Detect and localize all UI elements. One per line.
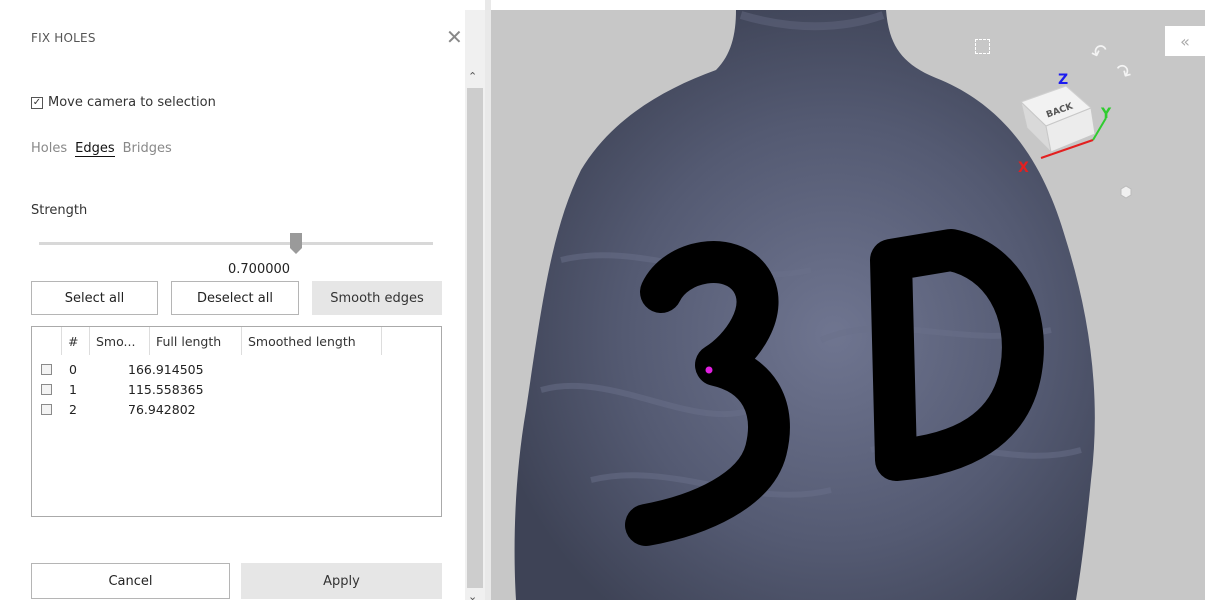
- row-index: 0: [69, 361, 77, 377]
- scroll-up-icon[interactable]: ⌃: [468, 70, 477, 83]
- column-index[interactable]: #: [62, 327, 90, 355]
- orientation-cube[interactable]: BACK X Y Z: [1011, 70, 1121, 180]
- view-mode-icon[interactable]: [1119, 184, 1132, 199]
- apply-button[interactable]: Apply: [241, 563, 442, 599]
- row-full-length: 76.942802: [128, 401, 196, 417]
- scroll-down-icon[interactable]: ⌄: [468, 590, 477, 603]
- strength-label: Strength: [31, 203, 88, 218]
- column-checkbox: [32, 327, 62, 355]
- mode-tabs: Holes Edges Bridges: [31, 141, 172, 157]
- row-index: 1: [69, 381, 77, 397]
- axis-x-label: X: [1018, 160, 1029, 176]
- move-camera-option[interactable]: ✓ Move camera to selection: [31, 95, 216, 110]
- row-checkbox[interactable]: [41, 403, 52, 415]
- collapse-panel-button[interactable]: «: [1165, 26, 1205, 56]
- selection-point: [705, 366, 713, 374]
- row-full-length: 115.558365: [128, 381, 204, 397]
- row-full-length: 166.914505: [128, 361, 204, 377]
- close-icon[interactable]: ✕: [446, 27, 463, 47]
- row-index: 2: [69, 401, 77, 417]
- viewport-top-strip: [491, 0, 1205, 10]
- fit-view-icon[interactable]: [975, 39, 990, 54]
- row-checkbox[interactable]: [41, 363, 52, 375]
- table-row[interactable]: 0 166.914505: [32, 359, 220, 379]
- move-camera-checkbox[interactable]: ✓: [31, 96, 43, 109]
- strength-slider-track[interactable]: [39, 242, 433, 245]
- axis-y-label: Y: [1101, 106, 1112, 122]
- edges-table: # Smo... Full length Smoothed length 0 1…: [31, 326, 442, 517]
- axis-z-label: Z: [1058, 72, 1069, 88]
- column-full-length[interactable]: Full length: [150, 327, 242, 355]
- cancel-button[interactable]: Cancel: [31, 563, 230, 599]
- row-checkbox[interactable]: [41, 383, 52, 395]
- tab-edges[interactable]: Edges: [75, 141, 115, 157]
- table-header: # Smo... Full length Smoothed length: [32, 327, 382, 355]
- move-camera-label: Move camera to selection: [48, 95, 216, 110]
- strength-slider-handle[interactable]: [290, 233, 302, 255]
- column-smoothed-length[interactable]: Smoothed length: [242, 327, 382, 355]
- deselect-all-button[interactable]: Deselect all: [171, 281, 299, 315]
- select-all-button[interactable]: Select all: [31, 281, 158, 315]
- column-smoothed[interactable]: Smo...: [90, 327, 150, 355]
- table-row[interactable]: 1 115.558365: [32, 379, 220, 399]
- strength-value: 0.700000: [228, 262, 291, 277]
- panel-scrollbar[interactable]: ⌃ ⌄: [465, 10, 485, 603]
- tab-holes[interactable]: Holes: [31, 141, 67, 157]
- 3d-viewport[interactable]: ↶ ↷ BACK X Y Z «: [491, 10, 1205, 600]
- table-row[interactable]: 2 76.942802: [32, 399, 220, 419]
- tab-bridges[interactable]: Bridges: [123, 141, 172, 157]
- scrollbar-thumb[interactable]: [467, 88, 483, 588]
- fix-holes-panel: FIX HOLES ✕ ✓ Move camera to selection H…: [0, 0, 465, 600]
- smooth-edges-button[interactable]: Smooth edges: [312, 281, 442, 315]
- panel-title: FIX HOLES: [31, 31, 96, 45]
